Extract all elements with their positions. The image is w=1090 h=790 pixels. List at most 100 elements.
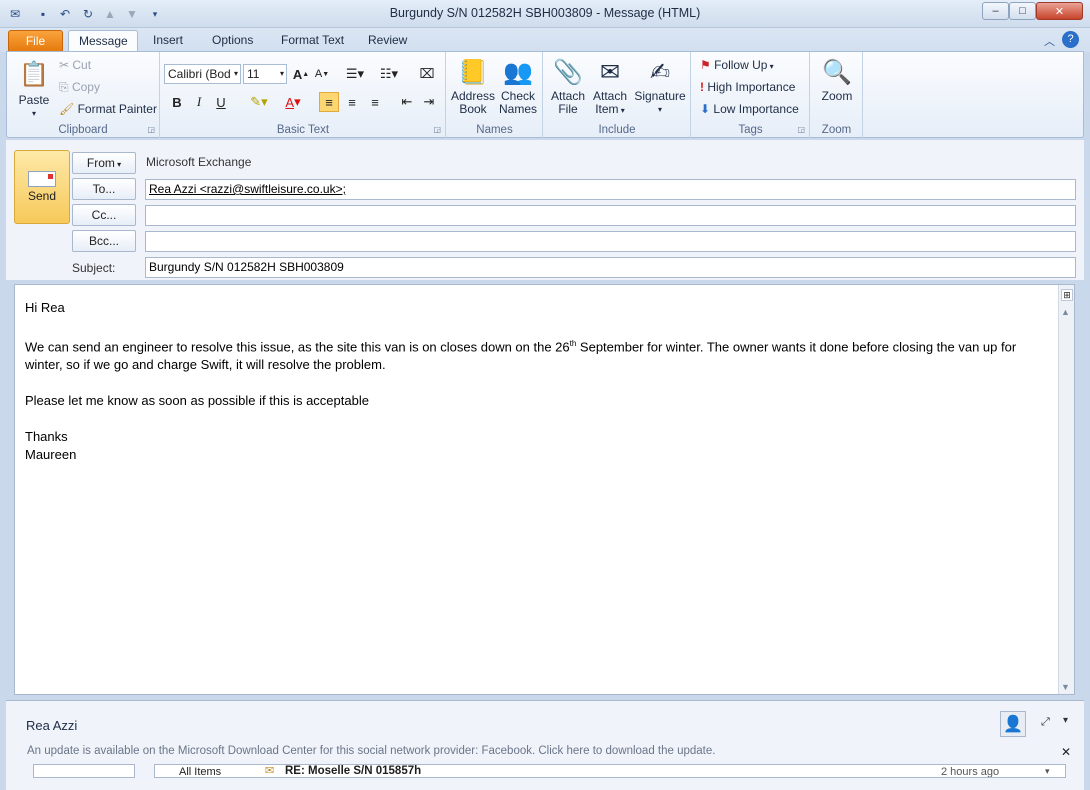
minimize-icon: –	[992, 5, 999, 17]
align-right-icon[interactable]: ≡	[365, 92, 385, 112]
chevron-down-icon: ▾	[657, 105, 662, 114]
font-color-icon[interactable]: A ▾	[279, 92, 307, 112]
chevron-down-icon: ▾	[767, 62, 774, 71]
people-filter-box[interactable]	[33, 764, 135, 778]
increase-indent-icon[interactable]: ⇥	[419, 92, 439, 112]
close-notice-icon[interactable]: ✕	[1061, 745, 1071, 759]
attach-item-button[interactable]: ✉ Attach Item ▾	[590, 56, 630, 117]
tab-insert[interactable]: Insert	[143, 30, 193, 52]
contact-avatar[interactable]: 👤	[1000, 711, 1026, 737]
tab-format-text[interactable]: Format Text	[271, 30, 354, 52]
clipboard-icon: 📋	[19, 60, 49, 88]
bcc-field[interactable]	[145, 231, 1076, 252]
mail-item-icon: ✉	[265, 765, 275, 777]
align-center-icon[interactable]: ≡	[342, 92, 362, 112]
to-field[interactable]: Rea Azzi <razzi@swiftleisure.co.uk>;	[145, 179, 1076, 200]
signature-label: Signature	[634, 89, 686, 103]
close-button[interactable]: ✕	[1036, 2, 1083, 20]
grow-font-icon[interactable]: A ▲	[291, 64, 311, 84]
attach-item-label-2: Item	[595, 102, 619, 116]
tab-file[interactable]: File	[8, 30, 63, 52]
bcc-button[interactable]: Bcc...	[72, 230, 136, 252]
scroll-up-icon[interactable]: ▲	[1061, 307, 1070, 317]
chevron-down-icon: ▾	[233, 69, 238, 78]
vertical-scrollbar[interactable]: ⊞ ▲ ▼	[1058, 285, 1074, 694]
font-name-combo[interactable]: Calibri (Bod ▾	[164, 64, 241, 84]
from-button[interactable]: From ▾	[72, 152, 136, 174]
chevron-down-icon[interactable]: ▾	[1045, 766, 1050, 777]
subject-field[interactable]: Burgundy S/N 012582H SBH003809	[145, 257, 1076, 278]
maximize-icon: □	[1019, 5, 1026, 17]
cc-button[interactable]: Cc...	[72, 204, 136, 226]
zoom-button[interactable]: 🔍 Zoom	[817, 56, 857, 103]
check-names-button[interactable]: 👥 Check Names	[497, 56, 539, 116]
basic-text-launcher-icon[interactable]: ◲	[433, 125, 441, 134]
tags-launcher-icon[interactable]: ◲	[797, 125, 805, 134]
expand-pane-icon[interactable]: ⤢	[1041, 716, 1050, 729]
clipboard-group-label: Clipboard	[58, 124, 108, 136]
group-clipboard: 📋 Paste ▾ ✂ Cut ⎘ Copy 🖌 Format Painter …	[7, 52, 160, 138]
minimize-button[interactable]: –	[982, 2, 1009, 20]
paste-label: Paste	[18, 93, 50, 107]
address-book-label-2: Book	[459, 102, 487, 116]
tab-options[interactable]: Options	[202, 30, 263, 52]
down-arrow-icon: ⬇	[700, 102, 714, 116]
message-body[interactable]: Hi Rea We can send an engineer to resolv…	[14, 284, 1075, 695]
activity-list[interactable]: All Items ✉ RE: Moselle S/N 015857h 2 ho…	[154, 764, 1066, 778]
underline-icon[interactable]: U	[211, 92, 231, 112]
group-zoom: 🔍 Zoom Zoom	[811, 52, 863, 138]
filter-all-items[interactable]: All Items	[179, 766, 221, 777]
collapse-ribbon-icon[interactable]: ︿	[1044, 33, 1055, 49]
format-painter-button[interactable]: 🖌 Format Painter	[59, 102, 157, 116]
clear-formatting-icon[interactable]: ⌧	[417, 64, 437, 84]
follow-up-button[interactable]: ⚑ Follow Up ▾	[700, 58, 774, 72]
highlight-icon[interactable]: ✎▾	[245, 92, 273, 112]
low-importance-button[interactable]: ⬇ Low Importance	[700, 102, 799, 116]
group-basic-text: Calibri (Bod ▾ 11 ▾ A ▲ A ▼ ☰▾ ☷▾ ⌧ B I U ✎▾…	[161, 52, 446, 138]
tab-message[interactable]: Message	[68, 30, 138, 52]
chevron-down-icon[interactable]: ▾	[1063, 715, 1068, 726]
signature-button[interactable]: ✍ Signature ▾	[632, 56, 688, 116]
cut-label: Cut	[72, 58, 92, 72]
close-icon: ✕	[1054, 5, 1065, 18]
follow-up-label: Follow Up	[714, 58, 768, 72]
ribbon: 📋 Paste ▾ ✂ Cut ⎘ Copy 🖌 Format Painter …	[6, 51, 1084, 138]
bullets-icon[interactable]: ☰▾	[341, 64, 369, 84]
paintbrush-icon: 🖌	[59, 102, 78, 116]
maximize-button[interactable]: □	[1009, 2, 1036, 20]
tab-review[interactable]: Review	[358, 30, 417, 52]
send-button[interactable]: Send	[14, 150, 70, 224]
to-button[interactable]: To...	[72, 178, 136, 200]
bold-icon[interactable]: B	[167, 92, 187, 112]
font-size-value: 11	[247, 67, 260, 81]
scroll-down-icon[interactable]: ▼	[1061, 682, 1070, 692]
cc-field[interactable]	[145, 205, 1076, 226]
activity-item-time: 2 hours ago	[941, 766, 1000, 778]
cut-button[interactable]: ✂ Cut	[59, 58, 91, 72]
address-book-button[interactable]: 📒 Address Book	[451, 56, 495, 116]
align-left-icon[interactable]: ≡	[319, 92, 339, 112]
names-group-label: Names	[476, 124, 513, 136]
shrink-font-icon[interactable]: A ▼	[312, 64, 332, 84]
attach-file-button[interactable]: 📎 Attach File	[548, 56, 588, 116]
group-names: 📒 Address Book 👥 Check Names Names	[447, 52, 543, 138]
copy-button[interactable]: ⎘ Copy	[59, 80, 100, 95]
paragraph-1: We can send an engineer to resolve this …	[25, 335, 1045, 374]
numbering-icon[interactable]: ☷▾	[375, 64, 403, 84]
chevron-down-icon: ▾	[114, 160, 122, 169]
update-notice[interactable]: An update is available on the Microsoft …	[27, 745, 715, 757]
italic-icon[interactable]: I	[189, 92, 209, 112]
activity-item-subject[interactable]: RE: Moselle S/N 015857h	[285, 765, 421, 777]
ruler-toggle-icon[interactable]: ⊞	[1061, 289, 1073, 301]
people-contact-name[interactable]: Rea Azzi	[26, 718, 77, 733]
paste-button[interactable]: 📋 Paste ▾	[13, 56, 55, 120]
font-size-combo[interactable]: 11 ▾	[243, 64, 287, 84]
copy-label: Copy	[71, 80, 100, 94]
zoom-label: Zoom	[821, 89, 853, 103]
help-icon[interactable]: ?	[1062, 31, 1079, 48]
high-importance-button[interactable]: ! High Importance	[700, 80, 795, 94]
send-label: Send	[27, 189, 57, 203]
font-name-value: Calibri (Bod	[168, 67, 231, 81]
clipboard-launcher-icon[interactable]: ◲	[147, 125, 155, 134]
decrease-indent-icon[interactable]: ⇤	[397, 92, 417, 112]
